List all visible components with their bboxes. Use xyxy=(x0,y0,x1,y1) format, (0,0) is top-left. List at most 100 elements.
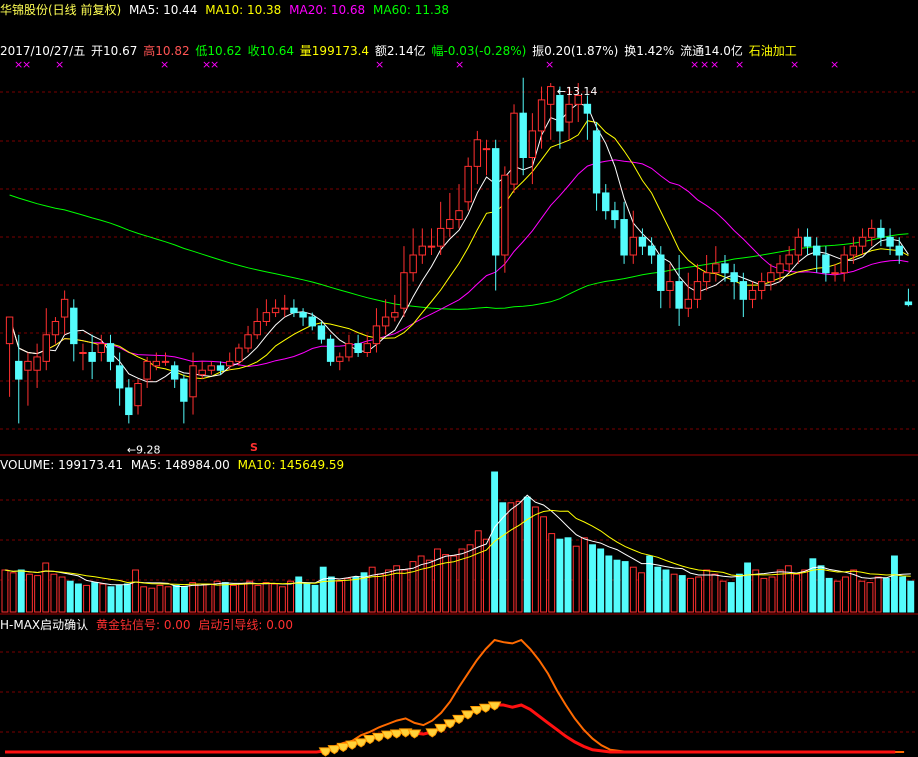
candle-body xyxy=(868,227,876,238)
volume-bar xyxy=(833,580,841,613)
candle-body xyxy=(510,112,518,185)
candle-body xyxy=(15,360,23,380)
sell-marker: S xyxy=(250,441,258,454)
volume-bar xyxy=(809,558,817,613)
high-price-label: ←13.14 xyxy=(557,85,598,98)
signal-marker: × xyxy=(375,58,384,71)
candle-body xyxy=(5,316,14,345)
volume-bar xyxy=(564,537,572,613)
volume-bar xyxy=(507,502,515,613)
candle-body xyxy=(556,94,564,132)
candle-body xyxy=(647,245,656,256)
volume-bar xyxy=(148,587,156,613)
candle-body xyxy=(125,387,133,416)
candle-body xyxy=(822,254,830,274)
candle-body xyxy=(262,312,271,322)
candle-body xyxy=(858,236,867,247)
candle-body xyxy=(757,281,766,291)
candle-body xyxy=(271,307,280,314)
candle-body xyxy=(785,254,793,265)
candle-body xyxy=(794,236,803,256)
candle-body xyxy=(767,272,775,283)
candle-body xyxy=(88,352,96,362)
signal-marker: × xyxy=(790,58,799,71)
candle-body xyxy=(904,301,913,306)
signal-marker: × xyxy=(830,58,839,71)
volume-bar xyxy=(221,582,229,613)
volume-bar xyxy=(115,584,123,613)
candle-body xyxy=(235,347,243,362)
volume-bar xyxy=(580,537,588,613)
volume-bar xyxy=(123,583,131,613)
candle-body xyxy=(391,312,399,318)
volume-bar xyxy=(319,566,327,613)
candle-body xyxy=(418,245,427,256)
candle-body xyxy=(693,281,702,300)
candle-body xyxy=(70,307,78,345)
candle-body xyxy=(308,316,316,327)
candle-body xyxy=(106,343,115,362)
candle-body xyxy=(730,272,738,283)
signal-marker: × xyxy=(55,58,64,71)
candle-body xyxy=(189,365,197,398)
volume-bar xyxy=(760,577,768,613)
volume-bar xyxy=(230,584,237,613)
volume-bar xyxy=(703,569,711,613)
volume-bar xyxy=(662,569,670,613)
candle-body xyxy=(290,307,298,314)
volume-bar xyxy=(638,572,645,613)
volume-bar xyxy=(34,575,42,613)
candle-body xyxy=(400,272,408,309)
low-price-label: ←9.28 xyxy=(127,443,161,456)
candle-body xyxy=(207,365,216,371)
candle-body xyxy=(446,219,454,229)
volume-bar xyxy=(238,583,246,613)
volume-bar xyxy=(727,582,735,613)
candle-body xyxy=(299,312,307,318)
volume-bar xyxy=(42,562,50,613)
volume-bar xyxy=(376,573,384,613)
volume-bar xyxy=(409,561,417,613)
candle-body xyxy=(455,210,463,221)
candle-body xyxy=(281,307,289,310)
ma10-line xyxy=(9,120,909,380)
candle-body xyxy=(702,272,711,283)
candle-body xyxy=(491,148,500,256)
volume-bar xyxy=(744,562,752,613)
volume-bar xyxy=(156,584,164,613)
signal-marker: × xyxy=(700,58,709,71)
volume-bar xyxy=(385,569,392,613)
volume-bar xyxy=(719,580,727,613)
candle-body xyxy=(519,112,527,158)
volume-bar xyxy=(874,576,882,613)
candle-body xyxy=(33,356,41,371)
volume-bar xyxy=(678,575,686,613)
volume-bar xyxy=(352,576,360,613)
candle-body xyxy=(803,236,812,247)
candle-body xyxy=(170,365,179,380)
volume-bar xyxy=(270,583,278,613)
candle-body xyxy=(712,263,720,274)
candle-body xyxy=(776,263,784,274)
volume-bar xyxy=(344,577,352,613)
volume-bar xyxy=(466,544,474,613)
volume-bar xyxy=(474,530,482,613)
volume-bar xyxy=(401,569,409,613)
volume-bar xyxy=(670,573,678,613)
candle-body xyxy=(583,103,592,114)
candle-body xyxy=(336,356,344,362)
volume-bar xyxy=(801,569,809,613)
volume-bar xyxy=(613,559,621,613)
volume-bar xyxy=(9,572,17,613)
gold-diamond-icon xyxy=(354,738,368,748)
gold-diamond-icon xyxy=(425,728,440,738)
volume-bar xyxy=(197,583,205,613)
volume-bar xyxy=(336,580,343,613)
stock-chart[interactable]: ←13.14←9.28 S×× × × ×× × × × × × × × × × xyxy=(0,0,918,757)
signal-marker: × xyxy=(710,58,719,71)
volume-bar xyxy=(262,582,270,613)
candle-body xyxy=(436,227,445,247)
volume-bar xyxy=(91,582,99,613)
volume-bar xyxy=(58,576,66,613)
volume-bar xyxy=(768,576,776,613)
